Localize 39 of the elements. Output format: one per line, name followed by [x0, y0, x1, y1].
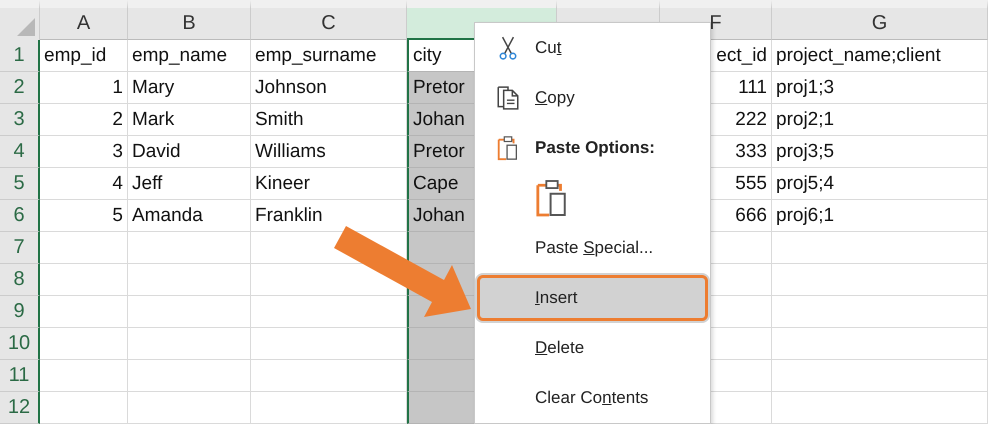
table-cell: emp_id — [40, 40, 128, 72]
table-cell: 2 — [40, 104, 128, 136]
table-cell: Jeff — [128, 168, 251, 200]
table-cell: proj1;3 — [772, 72, 988, 104]
row-header[interactable]: 9 — [0, 296, 40, 328]
row-header[interactable]: 8 — [0, 264, 40, 296]
table-cell: 4 — [40, 168, 128, 200]
table-cell: proj2;1 — [772, 104, 988, 136]
table-cell: emp_name — [128, 40, 251, 72]
triangle-icon — [15, 16, 35, 36]
column-header[interactable]: C — [251, 0, 407, 40]
row-header[interactable]: 10 — [0, 328, 40, 360]
column-header[interactable]: B — [128, 0, 251, 40]
table-cell: 1 — [40, 72, 128, 104]
row-header[interactable]: 3 — [0, 104, 40, 136]
row-header[interactable]: 1 — [0, 40, 40, 72]
table-cell: proj6;1 — [772, 200, 988, 232]
table-cell: 5 — [40, 200, 128, 232]
menu-item[interactable]: Delete — [475, 323, 710, 373]
row-header[interactable]: 4 — [0, 136, 40, 168]
row-header[interactable]: 6 — [0, 200, 40, 232]
row-header[interactable]: 11 — [0, 360, 40, 392]
table-cell: proj3;5 — [772, 136, 988, 168]
table-cell: Mary — [128, 72, 251, 104]
table-cell: Mark — [128, 104, 251, 136]
column-header[interactable]: A — [40, 0, 128, 40]
menu-item[interactable]: Clear Contents — [475, 373, 710, 423]
copy-icon — [495, 85, 521, 111]
row-header[interactable]: 2 — [0, 72, 40, 104]
table-cell: proj5;4 — [772, 168, 988, 200]
table-cell: project_name;client — [772, 40, 988, 72]
row-header[interactable]: 5 — [0, 168, 40, 200]
menu-item[interactable]: Insert — [475, 273, 710, 323]
table-cell: David — [128, 136, 251, 168]
column-header[interactable]: G — [772, 0, 988, 40]
row-header[interactable]: 12 — [0, 392, 40, 424]
row-header[interactable]: 7 — [0, 232, 40, 264]
table-cell: Amanda — [128, 200, 251, 232]
table-cell: 3 — [40, 136, 128, 168]
